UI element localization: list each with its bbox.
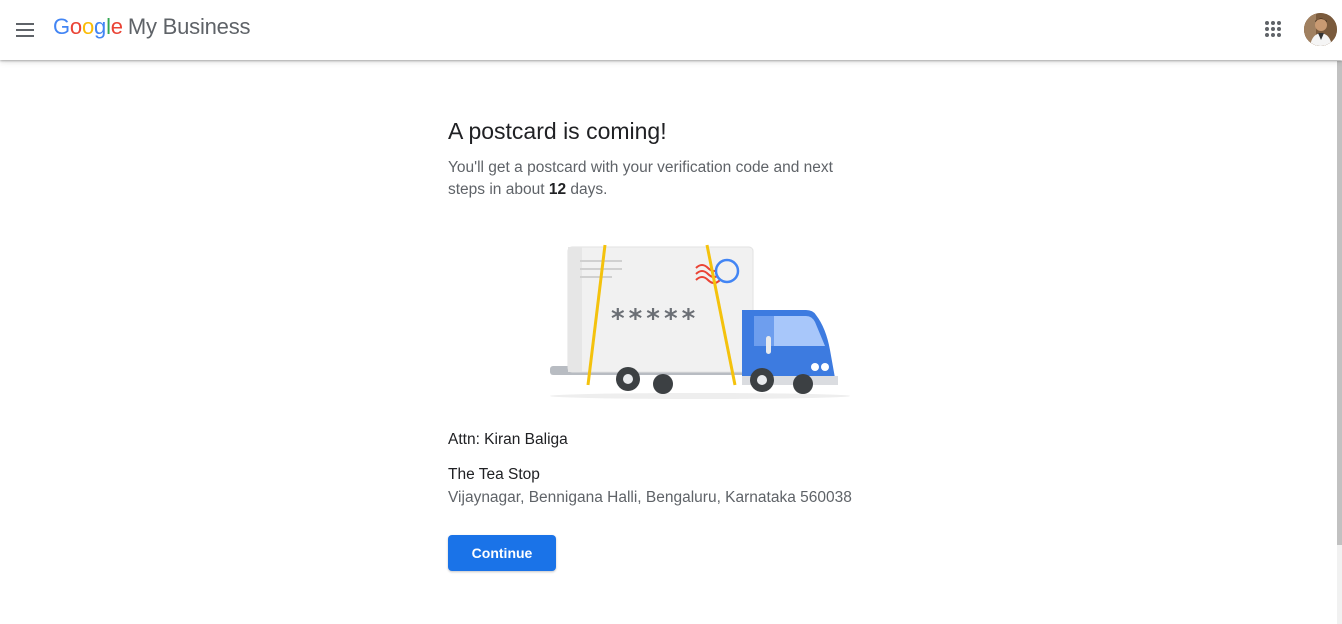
brand-letter: o bbox=[69, 14, 82, 39]
brand-letter: g bbox=[94, 14, 107, 39]
brand-letter: o bbox=[81, 14, 95, 39]
code-mask-text: ***** bbox=[610, 304, 698, 334]
brand-letter: e bbox=[110, 14, 123, 39]
days-count: 12 bbox=[548, 181, 567, 198]
attn-recipient: Attn: Kiran Baliga bbox=[448, 431, 568, 448]
continue-button[interactable]: Continue bbox=[448, 535, 556, 571]
business-name: The Tea Stop bbox=[448, 466, 540, 483]
subtitle-text: You'll get a postcard with your verifica… bbox=[448, 159, 833, 198]
postcard-truck-illustration: ***** bbox=[530, 240, 850, 405]
verification-content: A postcard is coming! You'll get a postc… bbox=[448, 110, 868, 201]
user-avatar[interactable] bbox=[1304, 13, 1337, 46]
subtitle-text-end: days. bbox=[566, 181, 608, 198]
scrollbar-thumb[interactable] bbox=[1337, 61, 1342, 545]
business-address: Vijaynagar, Bennigana Halli, Bengaluru, … bbox=[448, 489, 852, 506]
apps-grid-icon[interactable] bbox=[1261, 17, 1285, 41]
product-name: My Business bbox=[127, 14, 251, 39]
google-my-business-logo[interactable]: Google My Business bbox=[53, 14, 251, 44]
page-title: A postcard is coming! bbox=[448, 118, 667, 144]
page-subtitle: You'll get a postcard with your verifica… bbox=[448, 157, 858, 201]
brand-letter: G bbox=[53, 14, 70, 39]
hamburger-menu-icon[interactable] bbox=[12, 17, 38, 43]
top-app-bar: Google My Business bbox=[0, 0, 1342, 60]
